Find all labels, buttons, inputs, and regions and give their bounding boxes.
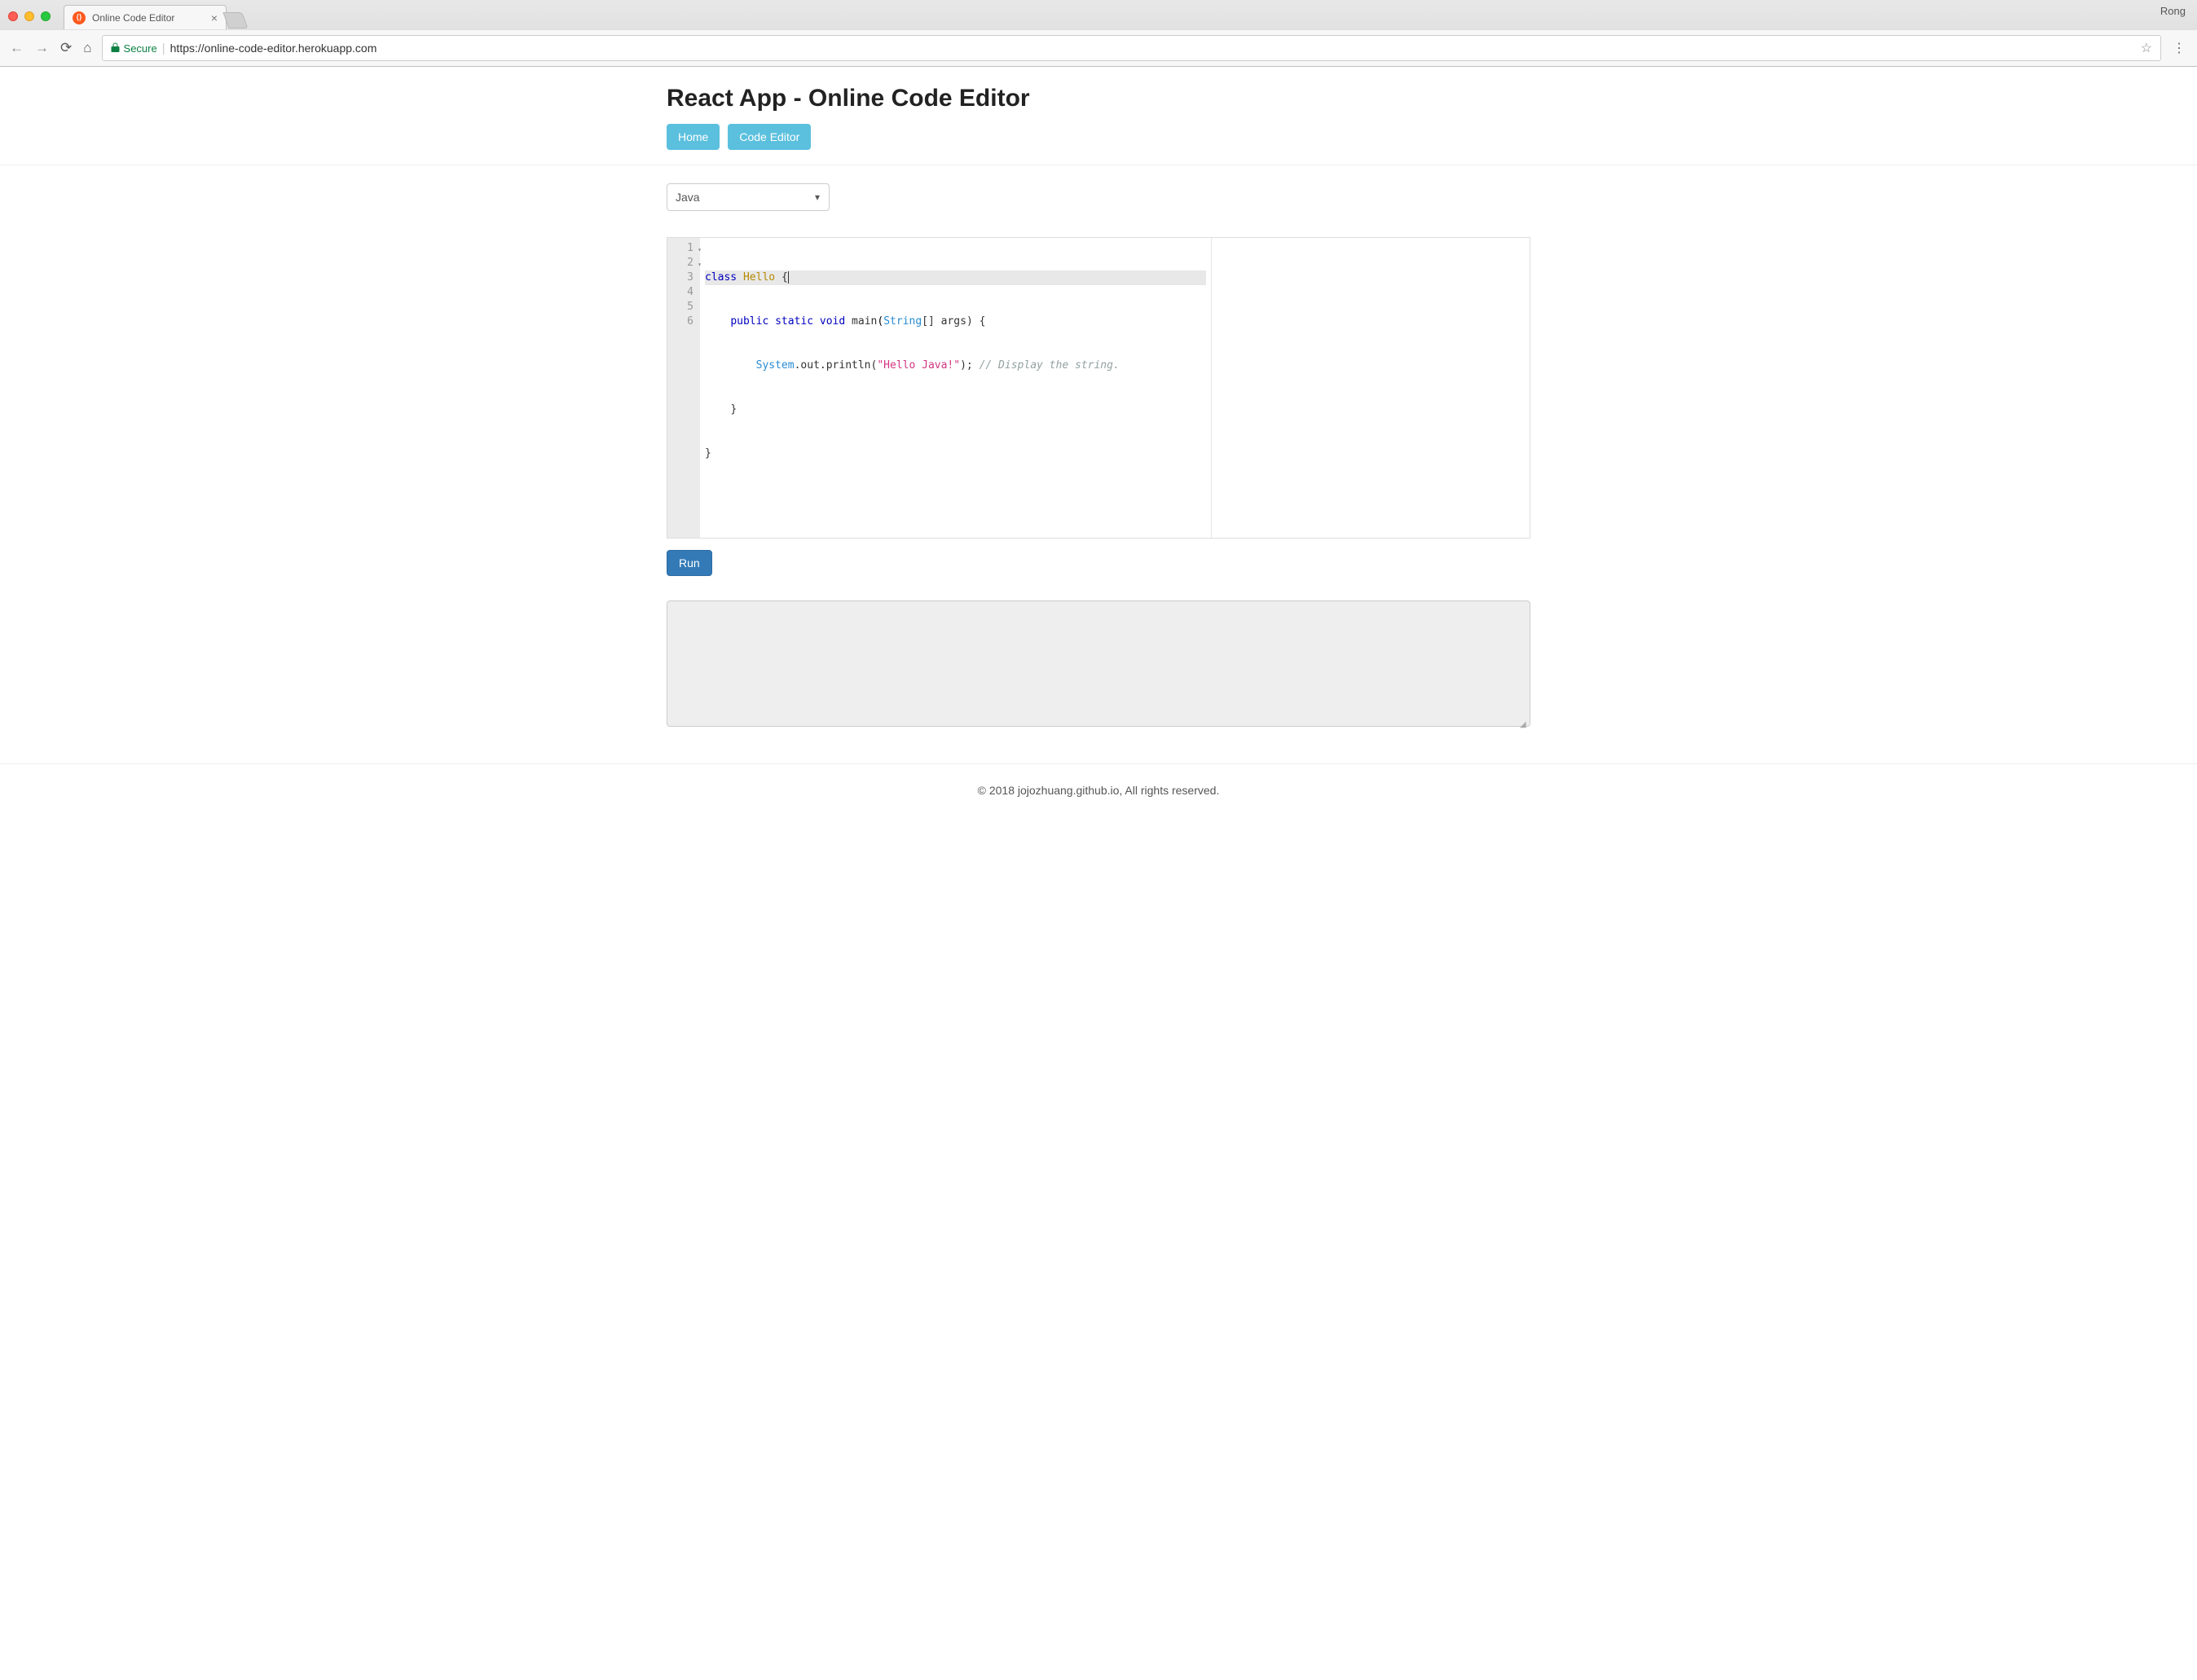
tab-title: Online Code Editor <box>92 12 205 24</box>
secure-label: Secure <box>124 42 157 55</box>
code-preview-pane <box>1212 238 1530 538</box>
bookmark-star-icon[interactable]: ☆ <box>2141 40 2152 56</box>
profile-label[interactable]: Rong <box>2160 5 2186 17</box>
code-line <box>705 490 1206 505</box>
back-button[interactable]: ← <box>8 40 25 56</box>
line-number: 5 <box>667 300 700 314</box>
home-button[interactable]: Home <box>667 124 720 150</box>
code-line: } <box>705 446 1206 461</box>
reload-button[interactable]: ⟳ <box>59 40 73 56</box>
line-number: 3 <box>667 270 700 285</box>
code-line: public static void main(String[] args) { <box>705 314 1206 329</box>
language-select-wrapper: Java <box>667 183 830 211</box>
code-line: System.out.println("Hello Java!"); // Di… <box>705 358 1206 373</box>
output-textarea[interactable] <box>667 600 1530 727</box>
browser-menu-icon[interactable]: ⋮ <box>2169 40 2189 56</box>
forward-button[interactable]: → <box>33 40 51 56</box>
code-editor-button[interactable]: Code Editor <box>728 124 811 150</box>
divider: | <box>162 42 165 55</box>
page-title: React App - Online Code Editor <box>667 85 1530 112</box>
output-wrapper: ◢ <box>667 600 1530 731</box>
minimize-window-button[interactable] <box>24 11 34 21</box>
nav-buttons: Home Code Editor <box>667 124 1530 165</box>
gutter: 1 2 3 4 5 6 <box>667 238 700 538</box>
maximize-window-button[interactable] <box>41 11 51 21</box>
footer: © 2018 jojozhuang.github.io, All rights … <box>0 763 2197 821</box>
line-number: 4 <box>667 285 700 300</box>
content-area: Java 1 2 3 4 5 6 class Hello { public st… <box>667 165 1530 731</box>
browser-chrome: ⟨⟩ Online Code Editor × Rong ← → ⟳ ⌂ Sec… <box>0 0 2197 67</box>
line-number: 6 <box>667 314 700 329</box>
run-button[interactable]: Run <box>667 550 712 576</box>
language-select[interactable]: Java <box>667 183 830 211</box>
address-bar[interactable]: Secure | https://online-code-editor.hero… <box>102 35 2161 61</box>
favicon-icon: ⟨⟩ <box>73 11 86 24</box>
home-button-icon[interactable]: ⌂ <box>81 40 93 56</box>
page-container: React App - Online Code Editor Home Code… <box>667 67 1530 731</box>
code-area[interactable]: class Hello { public static void main(St… <box>700 238 1212 538</box>
tab-bar: ⟨⟩ Online Code Editor × Rong <box>0 0 2197 29</box>
code-line: class Hello { <box>705 270 1206 285</box>
code-editor[interactable]: 1 2 3 4 5 6 class Hello { public static … <box>667 237 1530 539</box>
tab-close-icon[interactable]: × <box>211 11 218 24</box>
code-line: } <box>705 402 1206 417</box>
toolbar: ← → ⟳ ⌂ Secure | https://online-code-edi… <box>0 29 2197 66</box>
line-number: 1 <box>667 241 700 256</box>
close-window-button[interactable] <box>8 11 18 21</box>
window-controls <box>8 11 51 21</box>
lock-icon <box>111 42 120 55</box>
secure-indicator: Secure <box>111 42 157 55</box>
browser-tab[interactable]: ⟨⟩ Online Code Editor × <box>64 5 227 29</box>
line-number: 2 <box>667 256 700 270</box>
footer-text: © 2018 jojozhuang.github.io, All rights … <box>978 784 1220 797</box>
new-tab-button[interactable] <box>222 12 248 29</box>
url-text: https://online-code-editor.herokuapp.com <box>170 42 2136 55</box>
